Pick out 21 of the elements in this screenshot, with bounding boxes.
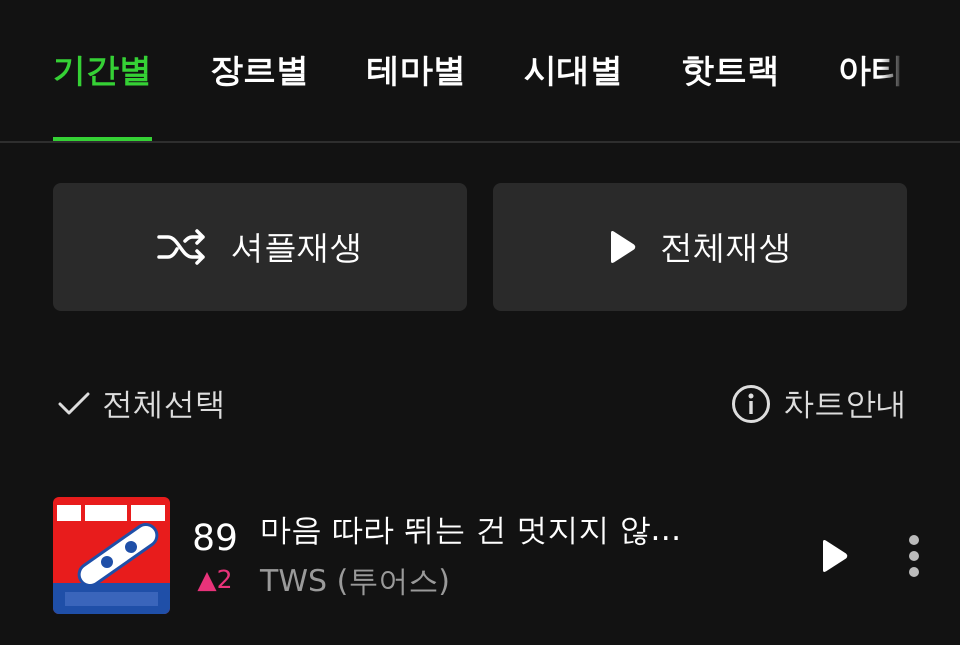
tab[interactable]: 시대별: [524, 0, 623, 141]
tab[interactable]: 기간별: [53, 0, 152, 141]
info-icon: [731, 384, 771, 424]
rank-number: 89: [192, 518, 238, 558]
more-button[interactable]: [908, 534, 920, 578]
song-title: 마음 따라 뛰는 건 멋지지 않…: [260, 511, 682, 550]
artist-name: TWS (투어스): [260, 563, 451, 601]
play-button[interactable]: [820, 538, 848, 574]
play-all-button[interactable]: 전체재생: [493, 183, 907, 311]
chart-info-button[interactable]: 차트안내: [731, 383, 907, 425]
tab[interactable]: 아티: [838, 0, 904, 141]
tab[interactable]: 핫트랙: [681, 0, 780, 141]
shuffle-play-button[interactable]: 셔플재생: [53, 183, 467, 311]
shuffle-icon: [157, 229, 207, 265]
rank-change: ▲2: [197, 564, 233, 594]
tab[interactable]: 테마별: [367, 0, 466, 141]
tab[interactable]: 장르별: [210, 0, 309, 141]
play-icon: [820, 538, 848, 574]
check-icon: [58, 392, 90, 416]
select-all-button[interactable]: 전체선택: [58, 383, 226, 425]
play-icon: [608, 229, 636, 265]
